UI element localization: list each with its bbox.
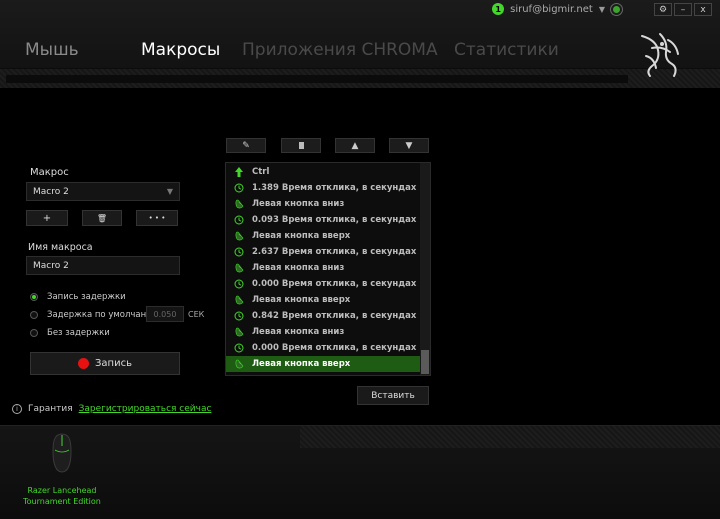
default-delay-input[interactable]: 0.050 <box>146 306 184 322</box>
device-name-line1: Razer Lancehead <box>27 486 97 495</box>
register-link[interactable]: Зарегистрироваться сейчас <box>79 404 212 414</box>
list-item-text: 2.637 Время отклика, в секундах <box>252 247 417 257</box>
delete-item-button[interactable] <box>281 138 321 153</box>
add-macro-button[interactable]: + <box>26 210 68 226</box>
delay-unit-label: СЕК <box>188 310 205 319</box>
list-item[interactable]: Левая кнопка вверх <box>226 292 420 308</box>
radio-label: Без задержки <box>47 328 110 338</box>
radio-indicator <box>30 293 38 301</box>
list-item-text: Ctrl <box>252 167 270 177</box>
device-name-line2: Tournament Edition <box>23 497 101 506</box>
list-item-text: 0.093 Время отклика, в секундах <box>252 215 417 225</box>
list-item-text: Левая кнопка вниз <box>252 327 345 337</box>
clock-icon <box>234 247 244 257</box>
warranty-label: Гарантия <box>28 404 73 414</box>
list-item-text: 0.000 Время отклика, в секундах <box>252 279 417 289</box>
radio-label: Задержка по умолчанию <box>47 310 159 320</box>
record-dot-icon <box>78 358 90 369</box>
move-up-button[interactable]: ▲ <box>335 138 375 153</box>
move-down-button[interactable]: ▼ <box>389 138 429 153</box>
edit-button[interactable]: ✎ <box>226 138 266 153</box>
list-item[interactable]: 1.389 Время отклика, в секундах <box>226 180 420 196</box>
macro-label: Макрос <box>30 167 69 178</box>
close-button[interactable]: x <box>694 3 712 16</box>
macro-select[interactable]: Macro 2 ▼ <box>26 182 180 201</box>
record-button-label: Запись <box>95 358 132 369</box>
scrollbar-thumb[interactable] <box>421 350 429 374</box>
chevron-down-icon: ▼ <box>166 187 173 196</box>
radio-record-delay[interactable]: Запись задержки <box>30 292 126 302</box>
arrow-down-icon: ▼ <box>405 140 413 151</box>
tab-statistics[interactable]: Статистики <box>454 40 559 60</box>
macro-event-list[interactable]: Левая кнопка вверх 0.000 Время отклика, в… <box>225 162 431 376</box>
radio-indicator <box>30 311 38 319</box>
macro-name-label: Имя макроса <box>28 242 93 253</box>
mouse-click-icon <box>234 199 244 209</box>
sync-icon[interactable] <box>611 3 622 15</box>
clock-icon <box>234 183 244 193</box>
tab-mouse[interactable]: Мышь <box>25 40 79 60</box>
clock-icon <box>234 311 244 321</box>
key-up-icon <box>234 167 244 177</box>
razer-logo-icon <box>641 33 679 77</box>
list-item[interactable]: 2.637 Время отклика, в секундах <box>226 244 420 260</box>
carbon-strip <box>0 68 720 88</box>
clock-icon <box>234 215 244 225</box>
trash-icon <box>298 142 304 149</box>
record-button[interactable]: Запись <box>30 352 180 375</box>
clock-icon <box>234 279 244 289</box>
list-item[interactable]: 0.000 Время отклика, в секундах <box>226 340 420 356</box>
account-area[interactable]: 1 siruf@bigmir.net ▼ <box>492 3 622 15</box>
list-item[interactable]: Левая кнопка вниз <box>226 260 420 276</box>
more-options-button[interactable]: • • • <box>136 210 178 226</box>
pencil-icon: ✎ <box>242 140 250 151</box>
mouse-click-icon <box>234 327 244 337</box>
list-item[interactable]: Левая кнопка вниз <box>226 324 420 340</box>
arrow-up-icon: ▲ <box>351 140 359 151</box>
list-item-text: Левая кнопка вниз <box>252 199 345 209</box>
list-item[interactable]: 0.842 Время отклика, в секундах <box>226 308 420 324</box>
tab-chroma-apps[interactable]: Приложения CHROMA <box>242 40 438 60</box>
radio-default-delay[interactable]: Задержка по умолчанию <box>30 310 159 320</box>
info-icon: i <box>12 404 22 414</box>
insert-button[interactable]: Вставить <box>357 386 429 405</box>
list-item-text: 1.389 Время отклика, в секундах <box>252 183 417 193</box>
device-name[interactable]: Razer Lancehead Tournament Edition <box>14 485 110 507</box>
radio-indicator <box>30 329 38 337</box>
list-item[interactable]: 0.000 Время отклика, в секундах <box>226 276 420 292</box>
list-scrollbar[interactable] <box>420 163 430 375</box>
list-item-text: Левая кнопка вверх <box>252 231 351 241</box>
macro-name-input[interactable]: Macro 2 <box>26 256 180 275</box>
settings-button[interactable]: ⚙ <box>654 3 672 16</box>
minimize-button[interactable]: – <box>674 3 692 16</box>
window-controls: ⚙ – x <box>654 3 712 16</box>
warranty-row: i Гарантия Зарегистрироваться сейчас <box>12 404 211 414</box>
account-dropdown-icon[interactable]: ▼ <box>599 5 605 14</box>
delete-macro-button[interactable]: 🗑 <box>82 210 122 226</box>
account-email[interactable]: siruf@bigmir.net <box>510 4 593 15</box>
mouse-click-icon <box>234 295 244 305</box>
list-item-text: 0.842 Время отклика, в секундах <box>252 311 417 321</box>
list-item-text: Левая кнопка вниз <box>252 263 345 273</box>
list-item[interactable]: Левая кнопка вверх <box>226 228 420 244</box>
tab-macros[interactable]: Макросы <box>141 40 220 60</box>
list-item-text: Левая кнопка вверх <box>252 359 351 369</box>
mouse-click-icon <box>234 263 244 273</box>
list-item[interactable]: Левая кнопка вниз <box>226 196 420 212</box>
radio-no-delay[interactable]: Без задержки <box>30 328 110 338</box>
mouse-device-icon[interactable] <box>50 432 74 474</box>
list-item[interactable]: Левая кнопка вверх <box>226 356 420 372</box>
list-item-text: Левая кнопка вверх <box>252 295 351 305</box>
radio-label: Запись задержки <box>47 292 126 302</box>
mouse-click-icon <box>234 231 244 241</box>
macro-select-value: Macro 2 <box>33 186 69 197</box>
list-item[interactable]: 0.093 Время отклика, в секундах <box>226 212 420 228</box>
clock-icon <box>234 343 244 353</box>
mouse-click-icon <box>234 359 244 369</box>
list-item-text: 0.000 Время отклика, в секундах <box>252 343 417 353</box>
notification-badge[interactable]: 1 <box>492 3 505 15</box>
list-item[interactable]: Ctrl <box>226 164 420 180</box>
